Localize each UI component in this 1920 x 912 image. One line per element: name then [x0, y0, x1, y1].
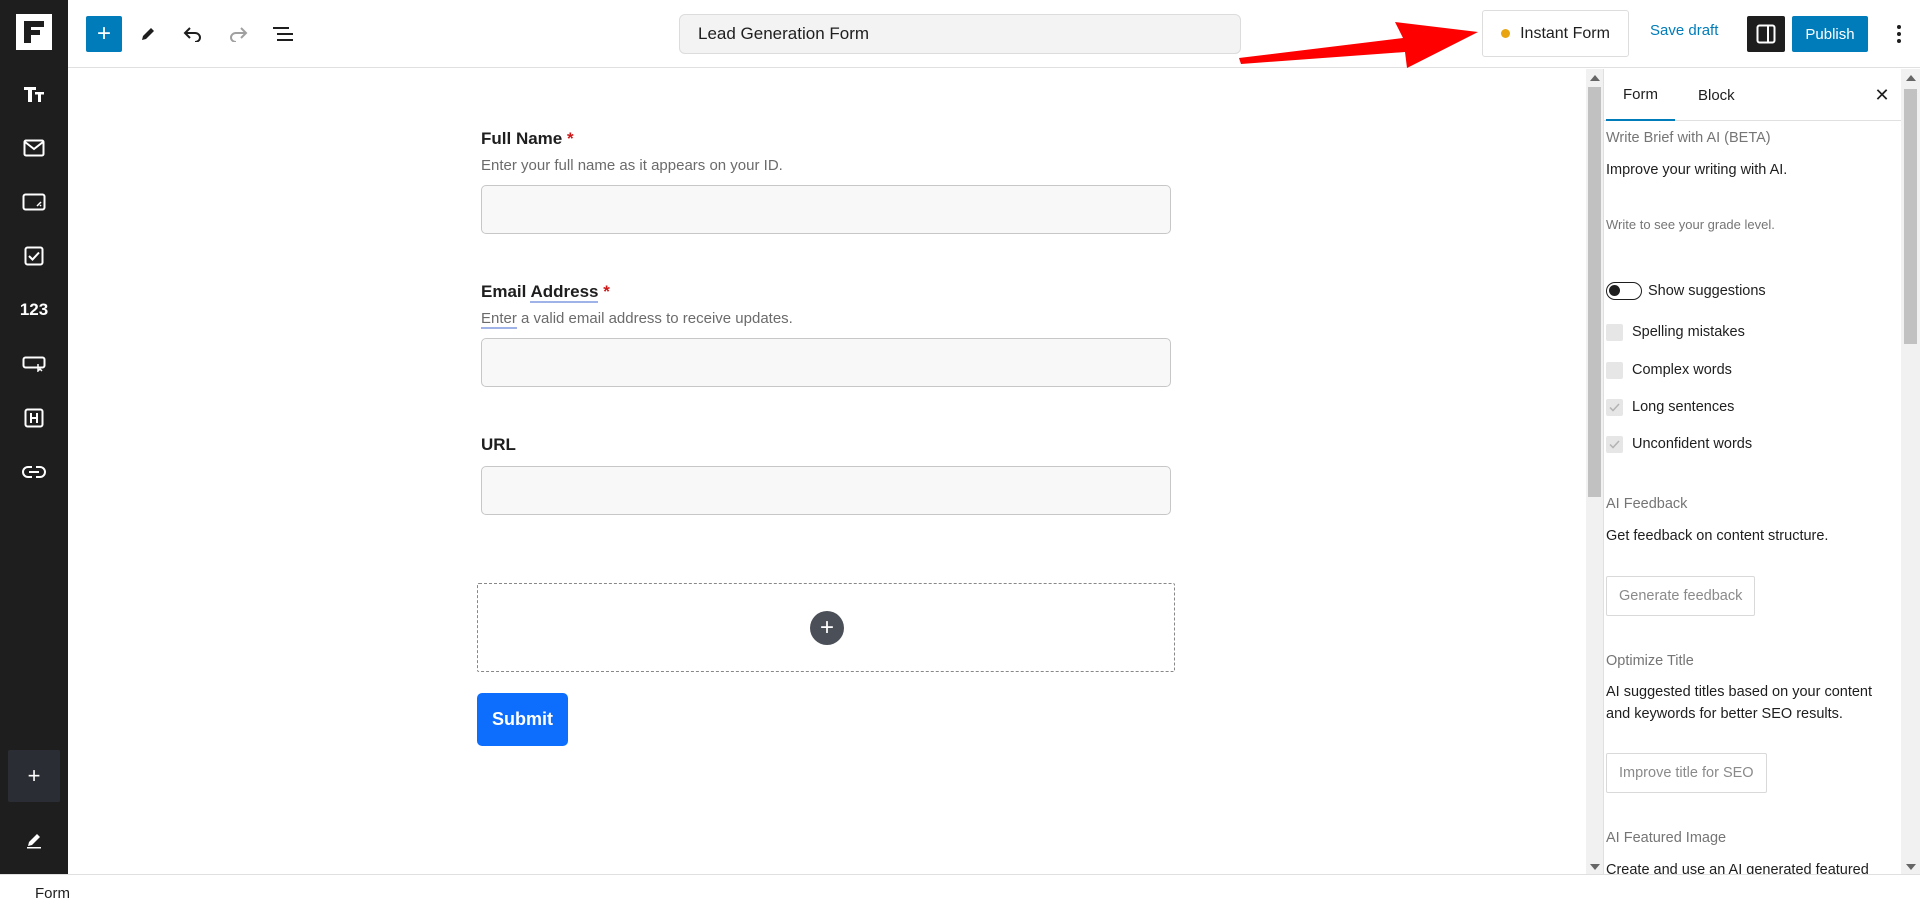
unconfident-words-label: Unconfident words — [1632, 436, 1753, 452]
breadcrumb-form[interactable]: Form — [35, 885, 70, 902]
heading-block-icon[interactable] — [0, 398, 68, 438]
redo-icon[interactable] — [220, 16, 256, 52]
ai-feedback-text: Get feedback on content structure. — [1606, 528, 1829, 544]
optimize-title-text-line1: AI suggested titles based on your conten… — [1606, 684, 1873, 700]
long-sentences-checkbox[interactable] — [1606, 399, 1623, 416]
checkmark-icon — [1609, 403, 1620, 412]
settings-panel: Form Block ✕ Write Brief with AI (BETA) … — [1603, 69, 1901, 874]
tab-form[interactable]: Form — [1606, 69, 1675, 121]
improve-title-seo-button[interactable]: Improve title for SEO — [1606, 753, 1767, 793]
email-input[interactable] — [481, 338, 1171, 387]
generate-feedback-button[interactable]: Generate feedback — [1606, 576, 1756, 616]
email-label-text-underlined: Address — [530, 282, 599, 303]
panel-scrollbar[interactable] — [1901, 69, 1920, 874]
full-name-label-text: Full Name — [481, 129, 563, 148]
logo-f-icon — [24, 21, 44, 43]
add-block-sidebar-button[interactable]: + — [8, 750, 60, 802]
full-name-help: Enter your full name as it appears on yo… — [481, 157, 783, 174]
settings-sidebar-toggle[interactable] — [1747, 16, 1785, 52]
show-suggestions-label: Show suggestions — [1648, 283, 1766, 299]
show-suggestions-toggle[interactable] — [1606, 282, 1642, 300]
sidebar-panel-icon — [1756, 24, 1776, 44]
email-block-icon[interactable] — [0, 128, 68, 168]
optimize-title-heading: Optimize Title — [1606, 653, 1694, 669]
scroll-up-arrow-icon[interactable] — [1906, 75, 1916, 81]
panel-scroll-thumb[interactable] — [1904, 89, 1917, 344]
spelling-mistakes-label: Spelling mistakes — [1632, 324, 1745, 340]
block-appender-dropzone[interactable]: + — [477, 583, 1175, 672]
tab-block[interactable]: Block — [1689, 69, 1744, 121]
checkbox-block-icon[interactable] — [0, 236, 68, 276]
publish-button[interactable]: Publish — [1792, 16, 1868, 52]
block-inserter-button[interactable]: + — [86, 16, 122, 52]
number-block-icon[interactable]: 123 — [0, 290, 68, 330]
grade-level-text: Write to see your grade level. — [1606, 217, 1775, 232]
scroll-down-arrow-icon[interactable] — [1906, 864, 1916, 870]
url-input[interactable] — [481, 466, 1171, 515]
document-title-bar[interactable]: Lead Generation Form — [679, 14, 1241, 54]
link-block-icon[interactable] — [0, 452, 68, 492]
required-mark: * — [566, 129, 574, 148]
email-label-text: Email — [481, 282, 531, 301]
submit-button[interactable]: Submit — [477, 693, 568, 746]
status-dot-icon — [1501, 29, 1511, 38]
instant-form-label: Instant Form — [1520, 24, 1610, 42]
button-block-icon[interactable] — [0, 344, 68, 384]
email-help-text: a valid email address to receive updates… — [516, 310, 793, 327]
ai-featured-image-title: AI Featured Image — [1606, 830, 1727, 846]
add-block-plus-icon[interactable]: + — [810, 611, 844, 645]
email-label: Email Address * — [481, 282, 610, 303]
ai-feedback-title: AI Feedback — [1606, 496, 1688, 512]
full-name-label: Full Name * — [481, 129, 574, 149]
scroll-down-arrow-icon[interactable] — [1590, 864, 1600, 870]
unconfident-words-checkbox[interactable] — [1606, 436, 1623, 453]
full-name-input[interactable] — [481, 185, 1171, 234]
undo-icon[interactable] — [175, 16, 211, 52]
instant-form-button[interactable]: Instant Form — [1482, 10, 1629, 57]
panel-tabs: Form Block ✕ — [1604, 69, 1901, 121]
editor-header: + Lead Generation Form Instant Form Save… — [68, 0, 1920, 68]
write-brief-title: Write Brief with AI (BETA) — [1606, 130, 1771, 146]
url-label: URL — [481, 435, 516, 454]
optimize-title-text-line2: and keywords for better SEO results. — [1606, 706, 1843, 722]
edit-pen-icon[interactable] — [0, 820, 68, 860]
improve-writing-text: Improve your writing with AI. — [1606, 162, 1788, 178]
editor-footer: Form — [0, 874, 1920, 912]
complex-words-label: Complex words — [1632, 362, 1732, 378]
canvas-scrollbar[interactable] — [1586, 69, 1603, 874]
canvas-scroll-thumb[interactable] — [1588, 87, 1601, 497]
document-overview-icon[interactable] — [265, 16, 301, 52]
annotation-arrow-icon — [1239, 22, 1478, 68]
tools-pen-icon[interactable] — [130, 16, 166, 52]
required-mark: * — [603, 282, 610, 301]
save-draft-button[interactable]: Save draft — [1650, 22, 1718, 39]
long-sentences-label: Long sentences — [1632, 399, 1735, 415]
document-title-text: Lead Generation Form — [698, 24, 870, 43]
textarea-block-icon[interactable] — [0, 182, 68, 222]
close-icon[interactable]: ✕ — [1870, 83, 1894, 107]
spelling-mistakes-checkbox[interactable] — [1606, 324, 1623, 341]
text-block-icon[interactable] — [0, 74, 68, 114]
checkmark-icon — [1609, 440, 1620, 449]
email-help-text-underlined: Enter — [481, 310, 517, 329]
editor-canvas: Full Name * Enter your full name as it a… — [68, 69, 1586, 874]
more-options-icon[interactable] — [1889, 16, 1909, 52]
app-logo[interactable] — [16, 14, 52, 50]
ai-featured-image-text: Create and use an AI generated featured — [1606, 862, 1869, 874]
scroll-up-arrow-icon[interactable] — [1590, 75, 1600, 81]
left-sidebar: 123 + — [0, 0, 68, 874]
email-help: Enter a valid email address to receive u… — [481, 310, 793, 329]
complex-words-checkbox[interactable] — [1606, 362, 1623, 379]
